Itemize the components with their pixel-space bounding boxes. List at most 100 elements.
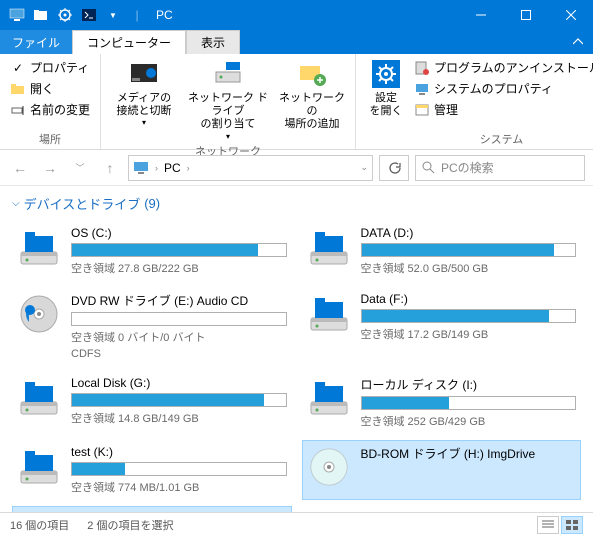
qat-dropdown-icon[interactable]: ▼ <box>102 4 124 26</box>
section-header[interactable]: ⌵ デバイスとドライブ (9) <box>12 194 581 213</box>
navigation-bar: ← → ﹀ ↑ › PC › ⌄ PCの検索 <box>0 150 593 186</box>
rename-label: 名前の変更 <box>30 101 90 118</box>
drive-item[interactable]: BD BD-ROM ドライブ (J:) <box>12 506 292 512</box>
tab-file[interactable]: ファイル <box>0 30 72 54</box>
quick-access-toolbar: ▼ | <box>0 4 148 26</box>
search-box[interactable]: PCの検索 <box>415 155 585 181</box>
drive-icon <box>17 376 61 420</box>
breadcrumb-chevron-icon[interactable]: › <box>187 163 190 173</box>
open-settings-button[interactable]: 設定 を開く <box>364 58 408 129</box>
drive-icon <box>17 226 61 270</box>
refresh-button[interactable] <box>379 155 409 181</box>
drive-item[interactable]: Data (F:) 空き領域 17.2 GB/149 GB <box>302 287 582 365</box>
ribbon: ✓プロパティ 開く 名前の変更 場所 メディアの 接続と切断 ▾ ネットワーク … <box>0 54 593 150</box>
drive-item[interactable]: DATA (D:) 空き領域 52.0 GB/500 GB <box>302 221 582 281</box>
map-drive-label: ネットワーク ドライブ の割り当て <box>183 92 273 132</box>
drive-free-space: 空き領域 52.0 GB/500 GB <box>361 260 577 276</box>
drive-item[interactable]: Local Disk (G:) 空き領域 14.8 GB/149 GB <box>12 371 292 434</box>
drives-grid: OS (C:) 空き領域 27.8 GB/222 GB DATA (D:) 空き領域 … <box>12 221 581 512</box>
drive-free-space: 空き領域 17.2 GB/149 GB <box>361 326 577 342</box>
content-pane: ⌵ デバイスとドライブ (9) OS (C:) 空き領域 27.8 GB/222 … <box>0 186 593 512</box>
properties-quick-icon[interactable] <box>54 4 76 26</box>
drive-name: BD-ROM ドライブ (H:) ImgDrive <box>361 445 577 462</box>
up-button[interactable]: ↑ <box>98 156 122 180</box>
ribbon-group-location: ✓プロパティ 開く 名前の変更 場所 <box>0 54 101 149</box>
drive-item[interactable]: BD-ROM ドライブ (H:) ImgDrive <box>302 440 582 500</box>
close-button[interactable] <box>548 0 593 30</box>
address-bar[interactable]: › PC › ⌄ <box>128 155 373 181</box>
drive-name: BD-ROM ドライブ (J:) <box>71 511 287 512</box>
maximize-button[interactable] <box>503 0 548 30</box>
drive-icon <box>307 445 351 489</box>
drive-filesystem: CDFS <box>71 348 287 360</box>
manage-label: 管理 <box>434 101 458 118</box>
drive-name: Data (F:) <box>361 292 577 306</box>
usage-bar <box>71 312 287 326</box>
drive-name: ローカル ディスク (I:) <box>361 376 577 393</box>
manage-icon <box>414 102 430 118</box>
details-view-button[interactable] <box>537 516 559 534</box>
ribbon-collapse-icon[interactable] <box>563 30 593 54</box>
drive-icon <box>17 445 61 489</box>
minimize-button[interactable] <box>458 0 503 30</box>
forward-button[interactable]: → <box>38 156 62 180</box>
back-button[interactable]: ← <box>8 156 32 180</box>
usage-bar <box>361 243 577 257</box>
properties-button[interactable]: ✓プロパティ <box>8 58 92 77</box>
drive-free-space: 空き領域 774 MB/1.01 GB <box>71 479 287 495</box>
drive-item[interactable]: test (K:)空き領域 774 MB/1.01 GB <box>12 440 292 500</box>
drive-icon: BD <box>17 511 61 512</box>
media-connect-button[interactable]: メディアの 接続と切断 ▾ <box>109 58 179 141</box>
status-bar: 16 個の項目 2 個の項目を選択 <box>0 512 593 536</box>
system-properties-button[interactable]: システムのプロパティ <box>412 79 593 98</box>
group-label-system: システム <box>364 129 593 147</box>
recent-dropdown-icon[interactable]: ﹀ <box>68 156 92 180</box>
drive-free-space: 空き領域 14.8 GB/149 GB <box>71 410 287 426</box>
section-count: (9) <box>144 196 160 211</box>
chevron-down-icon: ▾ <box>226 132 230 142</box>
breadcrumb[interactable]: PC <box>164 161 181 175</box>
open-label: 開く <box>30 80 54 97</box>
usage-bar <box>71 243 287 257</box>
add-network-location-button[interactable]: ネットワークの 場所の追加 <box>277 58 347 141</box>
chevron-down-icon: ▾ <box>142 118 146 128</box>
properties-label: プロパティ <box>30 59 89 76</box>
media-icon <box>128 58 160 90</box>
drive-icon <box>307 376 351 420</box>
search-icon <box>422 161 435 174</box>
system-props-icon <box>414 81 430 97</box>
drive-name: Local Disk (G:) <box>71 376 287 390</box>
ribbon-tabs: ファイル コンピューター 表示 <box>0 30 593 54</box>
address-dropdown-icon[interactable]: ⌄ <box>360 162 368 173</box>
open-button[interactable]: 開く <box>8 79 92 98</box>
drive-item[interactable]: OS (C:) 空き領域 27.8 GB/222 GB <box>12 221 292 281</box>
rename-button[interactable]: 名前の変更 <box>8 100 92 119</box>
uninstall-programs-button[interactable]: プログラムのアンインストールと変更 <box>412 58 593 77</box>
uninstall-icon <box>414 60 430 76</box>
drive-item[interactable]: ローカル ディスク (I:)空き領域 252 GB/429 GB <box>302 371 582 434</box>
powershell-icon[interactable] <box>78 4 100 26</box>
new-folder-icon[interactable] <box>30 4 52 26</box>
tab-computer[interactable]: コンピューター <box>72 30 186 54</box>
map-drive-button[interactable]: ネットワーク ドライブ の割り当て ▾ <box>183 58 273 141</box>
drive-free-space: 空き領域 27.8 GB/222 GB <box>71 260 287 276</box>
manage-button[interactable]: 管理 <box>412 100 593 119</box>
usage-bar <box>71 462 287 476</box>
network-drive-icon <box>212 58 244 90</box>
breadcrumb-chevron-icon[interactable]: › <box>155 163 158 173</box>
add-location-label: ネットワークの 場所の追加 <box>277 92 347 132</box>
add-location-icon <box>296 58 328 90</box>
drive-icon <box>307 226 351 270</box>
tiles-view-button[interactable] <box>561 516 583 534</box>
folder-open-icon <box>10 81 26 97</box>
item-count: 16 個の項目 <box>10 517 69 533</box>
drive-item[interactable]: DVD RW ドライブ (E:) Audio CD空き領域 0 バイト/0 バイ… <box>12 287 292 365</box>
drive-name: OS (C:) <box>71 226 287 240</box>
selected-count: 2 個の項目を選択 <box>87 517 173 533</box>
settings-gear-icon <box>370 58 402 90</box>
title-bar: ▼ | PC <box>0 0 593 30</box>
drive-icon <box>17 292 61 336</box>
drive-free-space: 空き領域 0 バイト/0 バイト <box>71 329 287 345</box>
tab-view[interactable]: 表示 <box>186 30 240 54</box>
drive-name: DATA (D:) <box>361 226 577 240</box>
